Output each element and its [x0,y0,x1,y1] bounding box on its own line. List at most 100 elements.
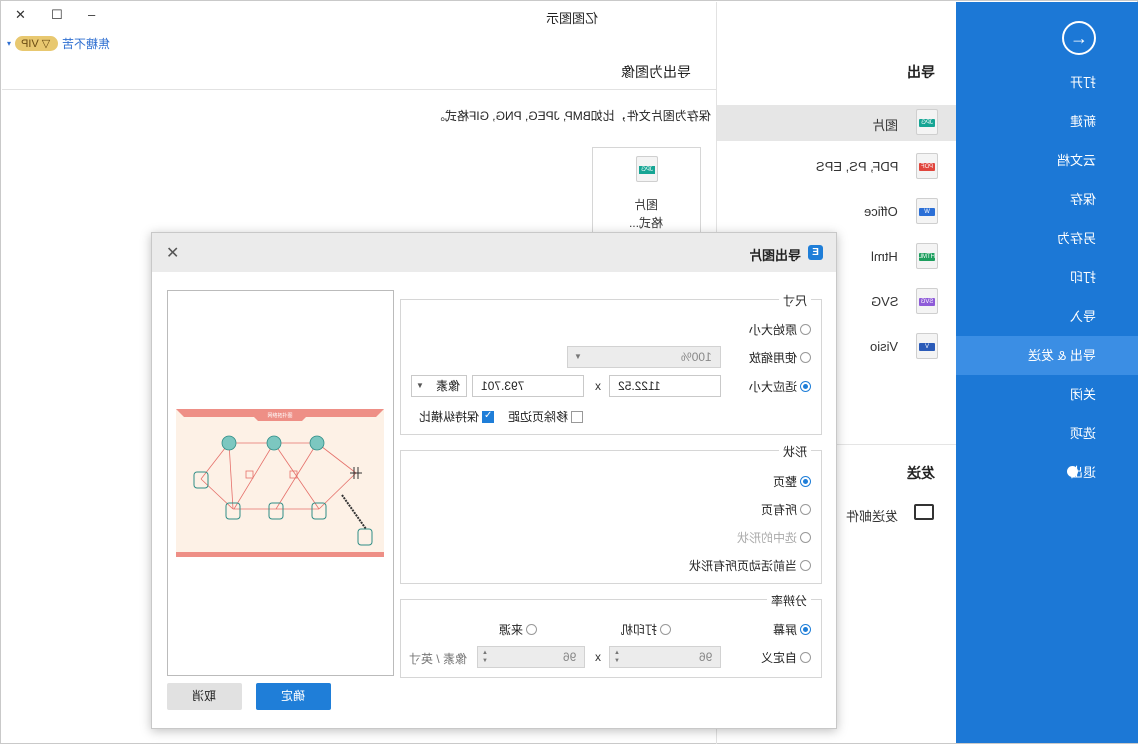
sidebar-item-label: 保存 [1069,192,1096,207]
sidebar-item-export-send[interactable]: 导出 & 发送 [956,336,1138,375]
shape-whole-page-radio[interactable]: 整页 [773,473,811,490]
sidebar-item-open[interactable]: 打开 [956,63,1138,102]
radio-dot [800,652,811,663]
size-fit-radio[interactable]: 适应大小 [749,378,811,395]
radio-dot [800,476,811,487]
checkbox-label: 保持纵横比 [418,410,479,424]
jpg-file-icon: JPG [916,109,938,135]
backstage-sidebar: → 打开 新建 云文档 保存 另存为 打印 导入 导出 & 发送 关闭 选项 退… [956,2,1138,743]
shape-selected-radio[interactable]: 选中的形状 [737,529,811,546]
sidebar-item-exit[interactable]: 退出 [956,453,1138,492]
dialog-header: ✕ 导出图片 E [152,233,836,272]
chevron-down-icon: ▼ [416,381,424,390]
size-original-radio[interactable]: 原始大小 [749,321,811,338]
size-group-title: 尺寸 [778,292,811,309]
shape-all-pages-radio[interactable]: 所有页 [761,501,811,518]
file-tag: V [919,343,935,351]
resolution-group-title: 分辨率 [766,592,811,609]
file-tag: HTML [918,253,935,261]
vip-badge: VIP ▽ [15,36,59,51]
visio-file-icon: V [916,333,938,359]
width-input[interactable]: 1122.52 [609,375,721,397]
file-tag: JPG [919,119,935,127]
export-item-label: Visio [870,339,898,354]
radio-label: 原始大小 [748,323,797,337]
sidebar-item-import[interactable]: 导入 [956,297,1138,336]
export-item-label: SVG [870,294,898,309]
account-username[interactable]: 焦糖不苦 [62,35,110,52]
card-title-text: 图片 [634,198,659,212]
card-title: 图片 [593,196,700,213]
unit-select[interactable]: ▼ 像素 [411,375,467,397]
sidebar-item-label: 云文档 [1056,153,1096,168]
radio-dot [800,560,811,571]
ok-button[interactable]: 确定 [256,683,331,710]
dpi-x-input[interactable]: ▲ ▼ 96 [609,646,721,668]
window-maximize-button[interactable]: ☐ [51,7,63,23]
radio-label: 适应大小 [748,380,797,394]
account-area[interactable]: ▾ VIP ▽ 焦糖不苦 [7,35,110,52]
sidebar-item-label: 打开 [1069,75,1096,90]
sidebar-item-save-as[interactable]: 另存为 [956,219,1138,258]
sidebar-item-cloud[interactable]: 云文档 [956,141,1138,180]
radio-label: 当前活动页所有形状 [688,559,797,573]
send-email-label: 发送邮件 [845,509,898,524]
page-title: 导出为图像 [621,64,691,80]
export-item-pdf[interactable]: PDF, PS, EPS PDF [717,149,956,185]
sidebar-item-label: 退出 [1069,465,1096,480]
radio-dot [800,624,811,635]
unit-value: 像素 [435,379,460,393]
file-tag: PDF [919,163,935,171]
app-window: ✕ ☐ ‒ 亿图图示 ▾ VIP ▽ 焦糖不苦 导出为图像 保存为图片文件，比如… [0,0,1138,744]
cancel-button[interactable]: 取消 [167,683,242,710]
radio-dot [800,532,811,543]
sidebar-item-label: 另存为 [1056,231,1096,246]
window-minimize-button[interactable]: ‒ [88,7,95,22]
checkbox-label: 移除页边距 [507,410,568,424]
radio-dot [800,381,811,392]
send-heading: 发送 [907,465,935,481]
export-item-office[interactable]: Office W [717,194,956,230]
resolution-group: 分辨率 屏幕 打印机 来源 自定义 ▲ ▼ 96 x ▲ ▼ 96 像素 / 英寸 [400,592,822,678]
back-arrow-icon[interactable]: → [1062,21,1096,55]
sidebar-item-save[interactable]: 保存 [956,180,1138,219]
resolution-screen-radio[interactable]: 屏幕 [773,621,811,638]
size-zoom-radio[interactable]: 使用缩放 [749,349,811,366]
keep-ratio-checkbox[interactable]: 保持纵横比 [419,408,494,425]
file-tag: SVG [919,298,935,306]
dialog-close-icon[interactable]: ✕ [166,243,179,263]
zoom-select[interactable]: 100% ▼ [567,346,721,368]
sidebar-item-print[interactable]: 打印 [956,258,1138,297]
word-file-icon: W [916,198,938,224]
width-value: 1122.52 [618,379,661,393]
resolution-printer-radio[interactable]: 打印机 [621,621,671,638]
app-logo-icon: E [808,245,823,260]
dpi-y-input[interactable]: ▲ ▼ 96 [477,646,585,668]
radio-dot [660,624,671,635]
window-close-button[interactable]: ✕ [15,7,26,23]
image-format-card[interactable]: JPG 图片 格式... [592,147,701,237]
dpi-x-value: 96 [698,650,712,664]
sidebar-item-options[interactable]: 选项 [956,414,1138,453]
pdf-file-icon: PDF [916,153,938,179]
shape-current-page-radio[interactable]: 当前活动页所有形状 [689,557,811,574]
checkbox-box [571,410,583,423]
radio-label: 整页 [772,475,797,489]
radio-label: 自定义 [760,651,797,665]
export-item-label: Office [864,204,898,219]
times-sign: x [595,379,601,393]
sidebar-item-new[interactable]: 新建 [956,102,1138,141]
export-heading: 导出 [907,64,935,80]
account-dropdown-icon[interactable]: ▾ [7,39,11,48]
sidebar-item-close[interactable]: 关闭 [956,375,1138,414]
spinner-arrows-icon: ▲ ▼ [614,650,620,664]
resolution-source-radio[interactable]: 来源 [499,621,537,638]
diagram-preview-svg: 网络拓扑图 [176,409,384,557]
dialog-title: 导出图片 [748,248,801,263]
resolution-custom-radio[interactable]: 自定义 [761,649,811,666]
file-tag: W [919,208,935,216]
jpg-file-icon: JPG [636,156,658,182]
remove-margin-checkbox[interactable]: 移除页边距 [508,408,583,425]
height-input[interactable]: 793.701 [472,375,584,397]
export-item-image[interactable]: 图片 JPG [717,105,956,141]
